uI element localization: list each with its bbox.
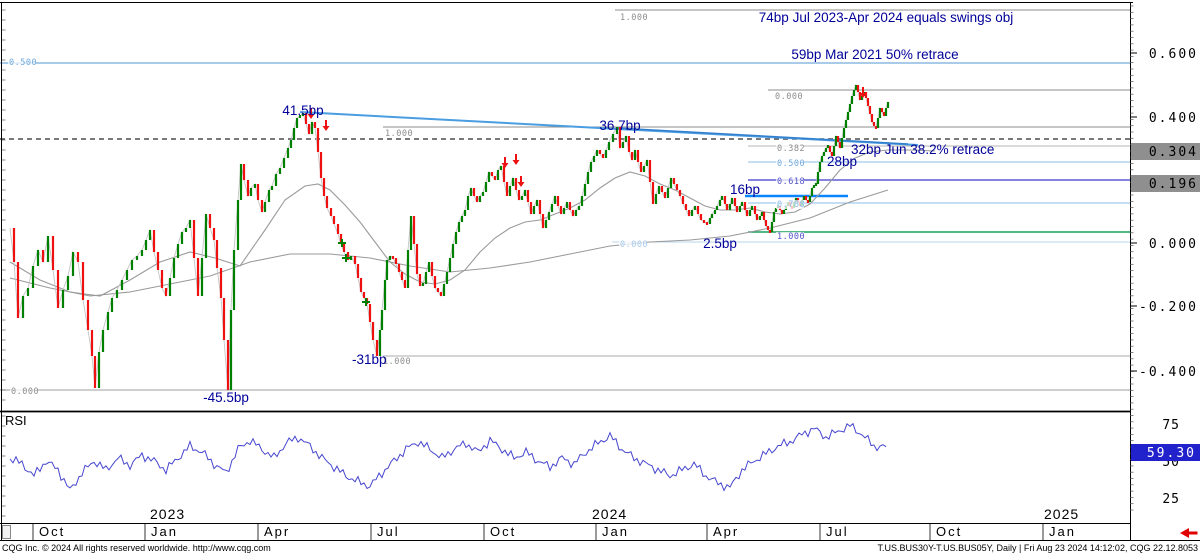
month-label[interactable]: Jan [602, 524, 629, 539]
annotation-text[interactable]: 28bp [827, 154, 857, 169]
copyright-text: CQG Inc. © 2024 All rights reserved worl… [2, 543, 271, 553]
status-bar: CQG Inc. © 2024 All rights reserved worl… [0, 541, 1200, 554]
sell-arrow-icon [513, 154, 520, 165]
rsi-line [10, 424, 886, 491]
price-axis-label-highlighted: 0.304 [1149, 145, 1198, 160]
fib-level-label: 0.788 [777, 200, 805, 210]
fib-level-label: 1.000 [777, 232, 805, 242]
fib-level-label: 0.618 [777, 177, 805, 187]
fib-level-label: 0.000 [620, 240, 648, 250]
month-label[interactable]: Oct [39, 524, 65, 539]
annotation-text[interactable]: 74bp Jul 2023-Apr 2024 equals swings obj [759, 10, 1013, 25]
sell-arrow-icon [518, 176, 525, 187]
sell-arrow-icon [323, 120, 330, 131]
rsi-axis-label: 75 [1162, 418, 1180, 433]
fib-level-label: 0.500 [9, 58, 37, 68]
annotation-text[interactable]: 16bp [730, 182, 760, 197]
price-chart-svg: 1.000 0.500 0.000 1.000 0.382 0.500 0.618 0.788… [0, 0, 1200, 554]
price-axis-label: -0.200 [1139, 300, 1198, 315]
annotation-text[interactable]: 59bp Mar 2021 50% retrace [791, 47, 958, 62]
annotation-text[interactable]: 2.5bp [703, 236, 737, 251]
month-label[interactable]: Oct [936, 524, 962, 539]
rsi-current-value: 59.30 [1147, 446, 1196, 461]
rsi-axis-label: 25 [1162, 492, 1180, 507]
price-axis-label-highlighted: 0.196 [1149, 177, 1198, 192]
sell-arrow-icon [502, 157, 509, 168]
annotation-text[interactable]: 36.7bp [599, 118, 640, 133]
annotation-text[interactable]: -31bp [352, 352, 387, 367]
price-axis-label: 0.600 [1149, 47, 1198, 62]
fib-level-label: 1.000 [385, 129, 413, 139]
annotation-text[interactable]: 32bp Jun 38.2% retrace [851, 142, 994, 157]
close-connector-line [10, 85, 888, 390]
fib-level-label: 0.000 [775, 92, 803, 102]
price-axis-label: 0.400 [1149, 111, 1198, 126]
month-label[interactable]: Apr [713, 524, 739, 539]
annotation-text[interactable]: 41.5bp [282, 103, 323, 118]
year-label[interactable]: 2023 [150, 506, 185, 522]
cqg-chart-window: 1.000 0.500 0.000 1.000 0.382 0.500 0.618 0.788… [0, 0, 1200, 554]
month-label[interactable]: Jul [826, 524, 849, 539]
fib-level-label: 1.000 [383, 357, 411, 367]
month-label[interactable]: Jan [151, 524, 178, 539]
fib-level-label: 0.500 [777, 159, 805, 169]
fib-level-label: 1.000 [620, 13, 648, 23]
jump-to-latest-arrow-icon[interactable] [1180, 528, 1198, 538]
h-scrollbar-thumb[interactable] [3, 526, 11, 539]
month-label[interactable]: Jul [377, 524, 400, 539]
fib-level-label: 0.382 [777, 144, 805, 154]
moving-average-fast [10, 150, 935, 296]
price-axis-label: 0.000 [1149, 237, 1198, 252]
rsi-study-label: RSI [5, 413, 27, 428]
fib-level-label: 0.000 [11, 387, 39, 397]
month-label[interactable]: Apr [264, 524, 290, 539]
symbol-timestamp-text: T.US.BUS30Y-T.US.BUS05Y, Daily | Fri Aug… [877, 543, 1198, 553]
year-label[interactable]: 2025 [1044, 506, 1079, 522]
annotation-text[interactable]: -45.5bp [203, 390, 249, 405]
month-label[interactable]: Jan [1049, 524, 1076, 539]
price-axis-label: -0.400 [1139, 365, 1198, 380]
month-label[interactable]: Oct [490, 524, 516, 539]
year-label[interactable]: 2024 [592, 506, 627, 522]
